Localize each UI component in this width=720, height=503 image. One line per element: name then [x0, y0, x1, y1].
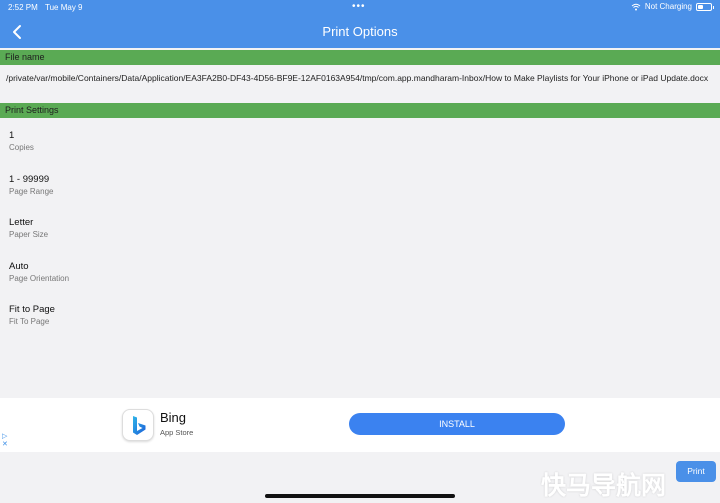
setting-page-range[interactable]: 1 - 99999 Page Range	[9, 174, 53, 196]
status-time: 2:52 PM	[8, 3, 38, 12]
charging-status: Not Charging	[644, 2, 692, 11]
page-title: Print Options	[322, 24, 398, 39]
setting-label: Page Range	[9, 187, 54, 196]
ad-app-name: Bing	[160, 410, 187, 425]
ad-store-label: App Store	[160, 428, 194, 437]
file-name-header: File name	[0, 50, 720, 65]
battery-icon	[696, 2, 714, 11]
setting-orientation[interactable]: Auto Page Orientation	[9, 261, 69, 283]
setting-value: 1 - 99999	[9, 174, 50, 185]
setting-label: Fit To Page	[9, 317, 50, 326]
install-button[interactable]: INSTALL	[349, 413, 565, 435]
setting-fit-to-page[interactable]: Fit to Page Fit To Page	[9, 304, 55, 326]
setting-value: Letter	[9, 217, 34, 228]
settings-list: 1 Copies 1 - 99999 Page Range Letter Pap…	[0, 120, 720, 396]
adchoices-icon[interactable]: ▷ ✕	[2, 433, 8, 449]
nav-bar: 2:52 PM Tue May 9 ••• Not Charging Print…	[0, 0, 720, 48]
setting-label: Copies	[9, 143, 34, 152]
file-path: /private/var/mobile/Containers/Data/Appl…	[6, 73, 709, 83]
setting-label: Paper Size	[9, 230, 49, 239]
print-button[interactable]: Print	[676, 461, 716, 482]
setting-value: Fit to Page	[9, 304, 55, 315]
setting-paper-size[interactable]: Letter Paper Size	[9, 217, 48, 239]
bing-logo-icon	[133, 416, 146, 435]
setting-value: Auto	[9, 261, 29, 272]
setting-copies[interactable]: 1 Copies	[9, 130, 34, 152]
setting-label: Page Orientation	[9, 274, 70, 283]
setting-value: 1	[9, 130, 15, 141]
wifi-icon	[631, 3, 641, 10]
status-right: Not Charging	[631, 2, 714, 11]
bing-app-icon[interactable]	[122, 409, 154, 441]
status-date: Tue May 9	[45, 3, 83, 12]
print-settings-header: Print Settings	[0, 103, 720, 118]
home-indicator[interactable]	[265, 494, 455, 498]
watermark-text: 快马导航网	[541, 472, 667, 500]
multitask-dots-icon[interactable]: •••	[352, 1, 366, 12]
